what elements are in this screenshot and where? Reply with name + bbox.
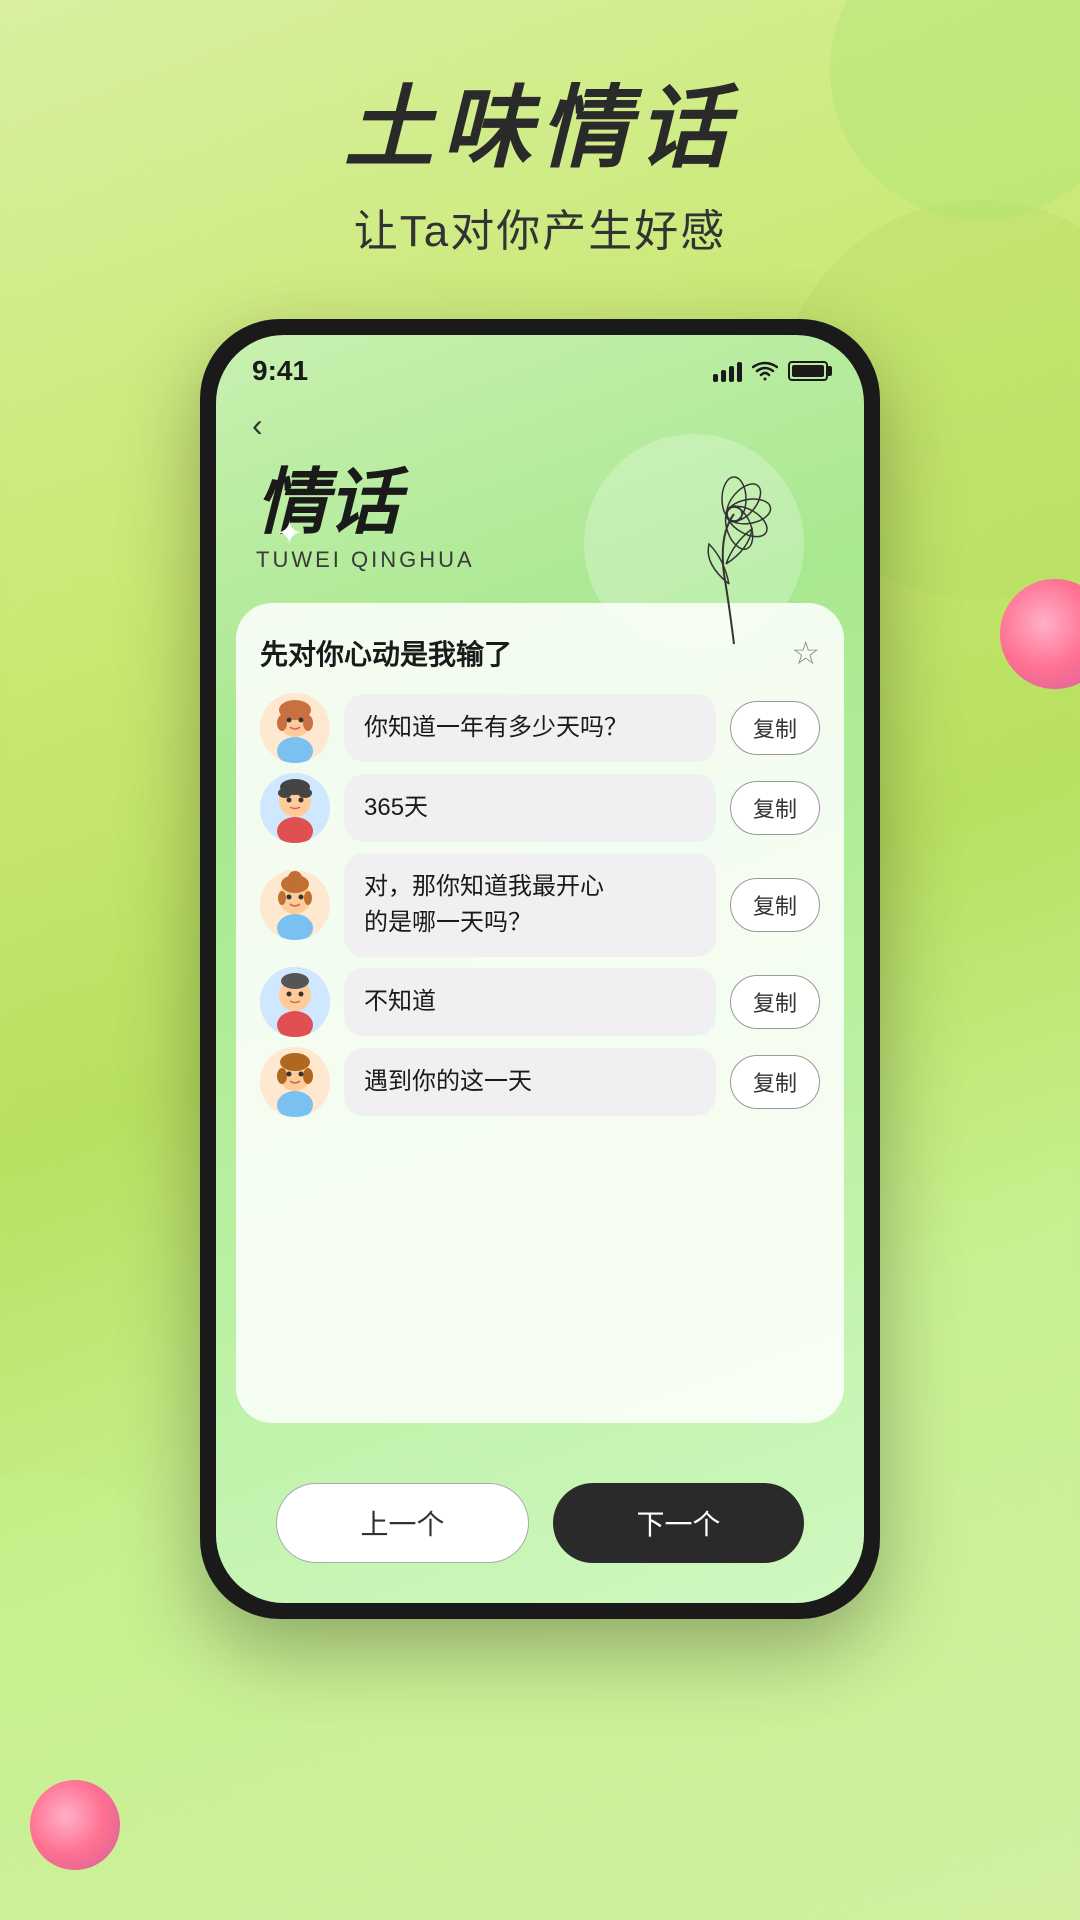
back-button[interactable]: ‹ <box>216 397 864 454</box>
main-title: 土味情话 <box>0 80 1080 179</box>
dialog-item: 遇到你的这一天 复制 <box>260 1047 820 1117</box>
page-header: 土味情话 让Ta对你产生好感 <box>0 0 1080 299</box>
copy-button-1[interactable]: 复制 <box>730 701 820 755</box>
phone-screen: 9:41 ‹ <box>216 335 864 1603</box>
signal-icon <box>713 360 742 382</box>
bubble-4: 不知道 <box>344 968 716 1036</box>
bubble-1: 你知道一年有多少天吗？ <box>344 694 716 762</box>
card-title: 先对你心动是我输了 <box>260 633 512 673</box>
dialog-list: 你知道一年有多少天吗？ 复制 <box>260 693 820 1117</box>
content-card: 先对你心动是我输了 ☆ <box>236 603 844 1423</box>
copy-button-4[interactable]: 复制 <box>730 975 820 1029</box>
bubble-3: 对，那你知道我最开心的是哪一天吗？ <box>344 853 716 957</box>
copy-button-2[interactable]: 复制 <box>730 781 820 835</box>
bubble-2: 365天 <box>344 774 716 842</box>
avatar-boy-1 <box>260 773 330 843</box>
dialog-item: 你知道一年有多少天吗？ 复制 <box>260 693 820 763</box>
dialog-item: 对，那你知道我最开心的是哪一天吗？ 复制 <box>260 853 820 957</box>
copy-button-3[interactable]: 复制 <box>730 878 820 932</box>
sparkle-decoration: ✦ <box>276 514 303 552</box>
sub-title: 让Ta对你产生好感 <box>0 195 1080 259</box>
next-button[interactable]: 下一个 <box>553 1483 804 1563</box>
avatar-boy-2 <box>260 967 330 1037</box>
avatar-girl-2 <box>260 870 330 940</box>
status-icons <box>713 360 828 382</box>
dialog-item: 365天 复制 <box>260 773 820 843</box>
bubble-5: 遇到你的这一天 <box>344 1048 716 1116</box>
heart-decoration-top-right <box>1000 579 1080 689</box>
phone-wrapper: 9:41 ‹ <box>0 319 1080 1619</box>
copy-button-5[interactable]: 复制 <box>730 1055 820 1109</box>
phone-frame: 9:41 ‹ <box>200 319 880 1619</box>
wifi-icon <box>752 361 778 381</box>
dialog-item: 不知道 复制 <box>260 967 820 1037</box>
heart-decoration-bottom-left <box>30 1780 120 1870</box>
avatar-girl-1 <box>260 693 330 763</box>
bottom-buttons: 上一个 下一个 <box>216 1483 864 1563</box>
status-bar: 9:41 <box>216 335 864 397</box>
prev-button[interactable]: 上一个 <box>276 1483 529 1563</box>
avatar-girl-3 <box>260 1047 330 1117</box>
battery-icon <box>788 361 828 381</box>
status-time: 9:41 <box>252 355 308 387</box>
app-header: ✦ 情话 TUWEI QINGHUA <box>216 454 864 593</box>
flower-decoration <box>654 454 814 654</box>
